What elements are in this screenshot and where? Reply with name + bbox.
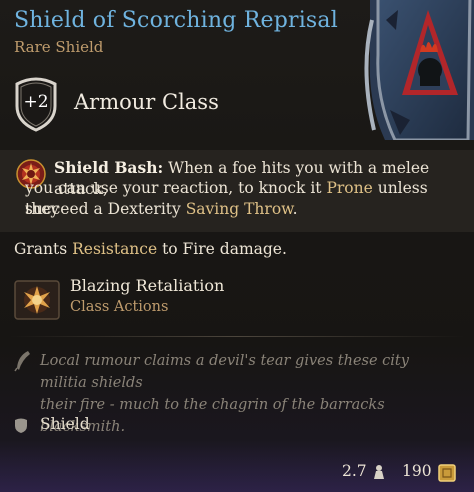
shield-bash-line2-text: you can use your reaction, to knock it — [25, 179, 327, 197]
action-name: Blazing Retaliation — [70, 276, 225, 295]
item-title: Shield of Scorching Reprisal — [14, 8, 338, 33]
shield-bash-line3-tail: . — [292, 200, 298, 218]
item-rarity: Rare Shield — [14, 38, 104, 56]
lore-line1: Local rumour claims a devil's tear gives… — [40, 353, 409, 391]
lore-text: Local rumour claims a devil's tear gives… — [40, 350, 460, 438]
shield-bash-line3-text: succeed a Dexterity — [25, 200, 186, 218]
resistance-keyword[interactable]: Resistance — [72, 240, 157, 258]
grants-suffix: to Fire damage. — [157, 240, 287, 258]
prone-keyword[interactable]: Prone — [326, 179, 372, 197]
shield-bash-name: Shield Bash: — [54, 158, 164, 177]
shield-icon — [15, 418, 27, 433]
item-price: 190 — [402, 462, 432, 480]
item-weight: 2.7 — [342, 462, 367, 480]
quill-icon — [14, 351, 30, 372]
grants-prefix: Grants — [14, 240, 73, 258]
shield-item-art — [364, 0, 474, 140]
action-category: Class Actions — [70, 299, 169, 315]
lore-line2: their fire - much to the chagrin of the … — [40, 397, 385, 435]
armour-class-label: Armour Class — [74, 90, 219, 114]
shield-bash-line3: succeed a Dexterity Saving Throw. — [25, 199, 435, 220]
item-type: Shield — [40, 415, 90, 433]
gold-coin-icon — [438, 464, 456, 482]
blazing-retaliation-icon[interactable] — [14, 280, 60, 320]
weight-icon — [374, 465, 384, 479]
section-divider — [10, 336, 464, 337]
grants-line: Grants Resistance to Fire damage. — [14, 240, 287, 258]
saving-throw-keyword[interactable]: Saving Throw — [186, 200, 293, 218]
armour-class-value: +2 — [23, 92, 49, 112]
